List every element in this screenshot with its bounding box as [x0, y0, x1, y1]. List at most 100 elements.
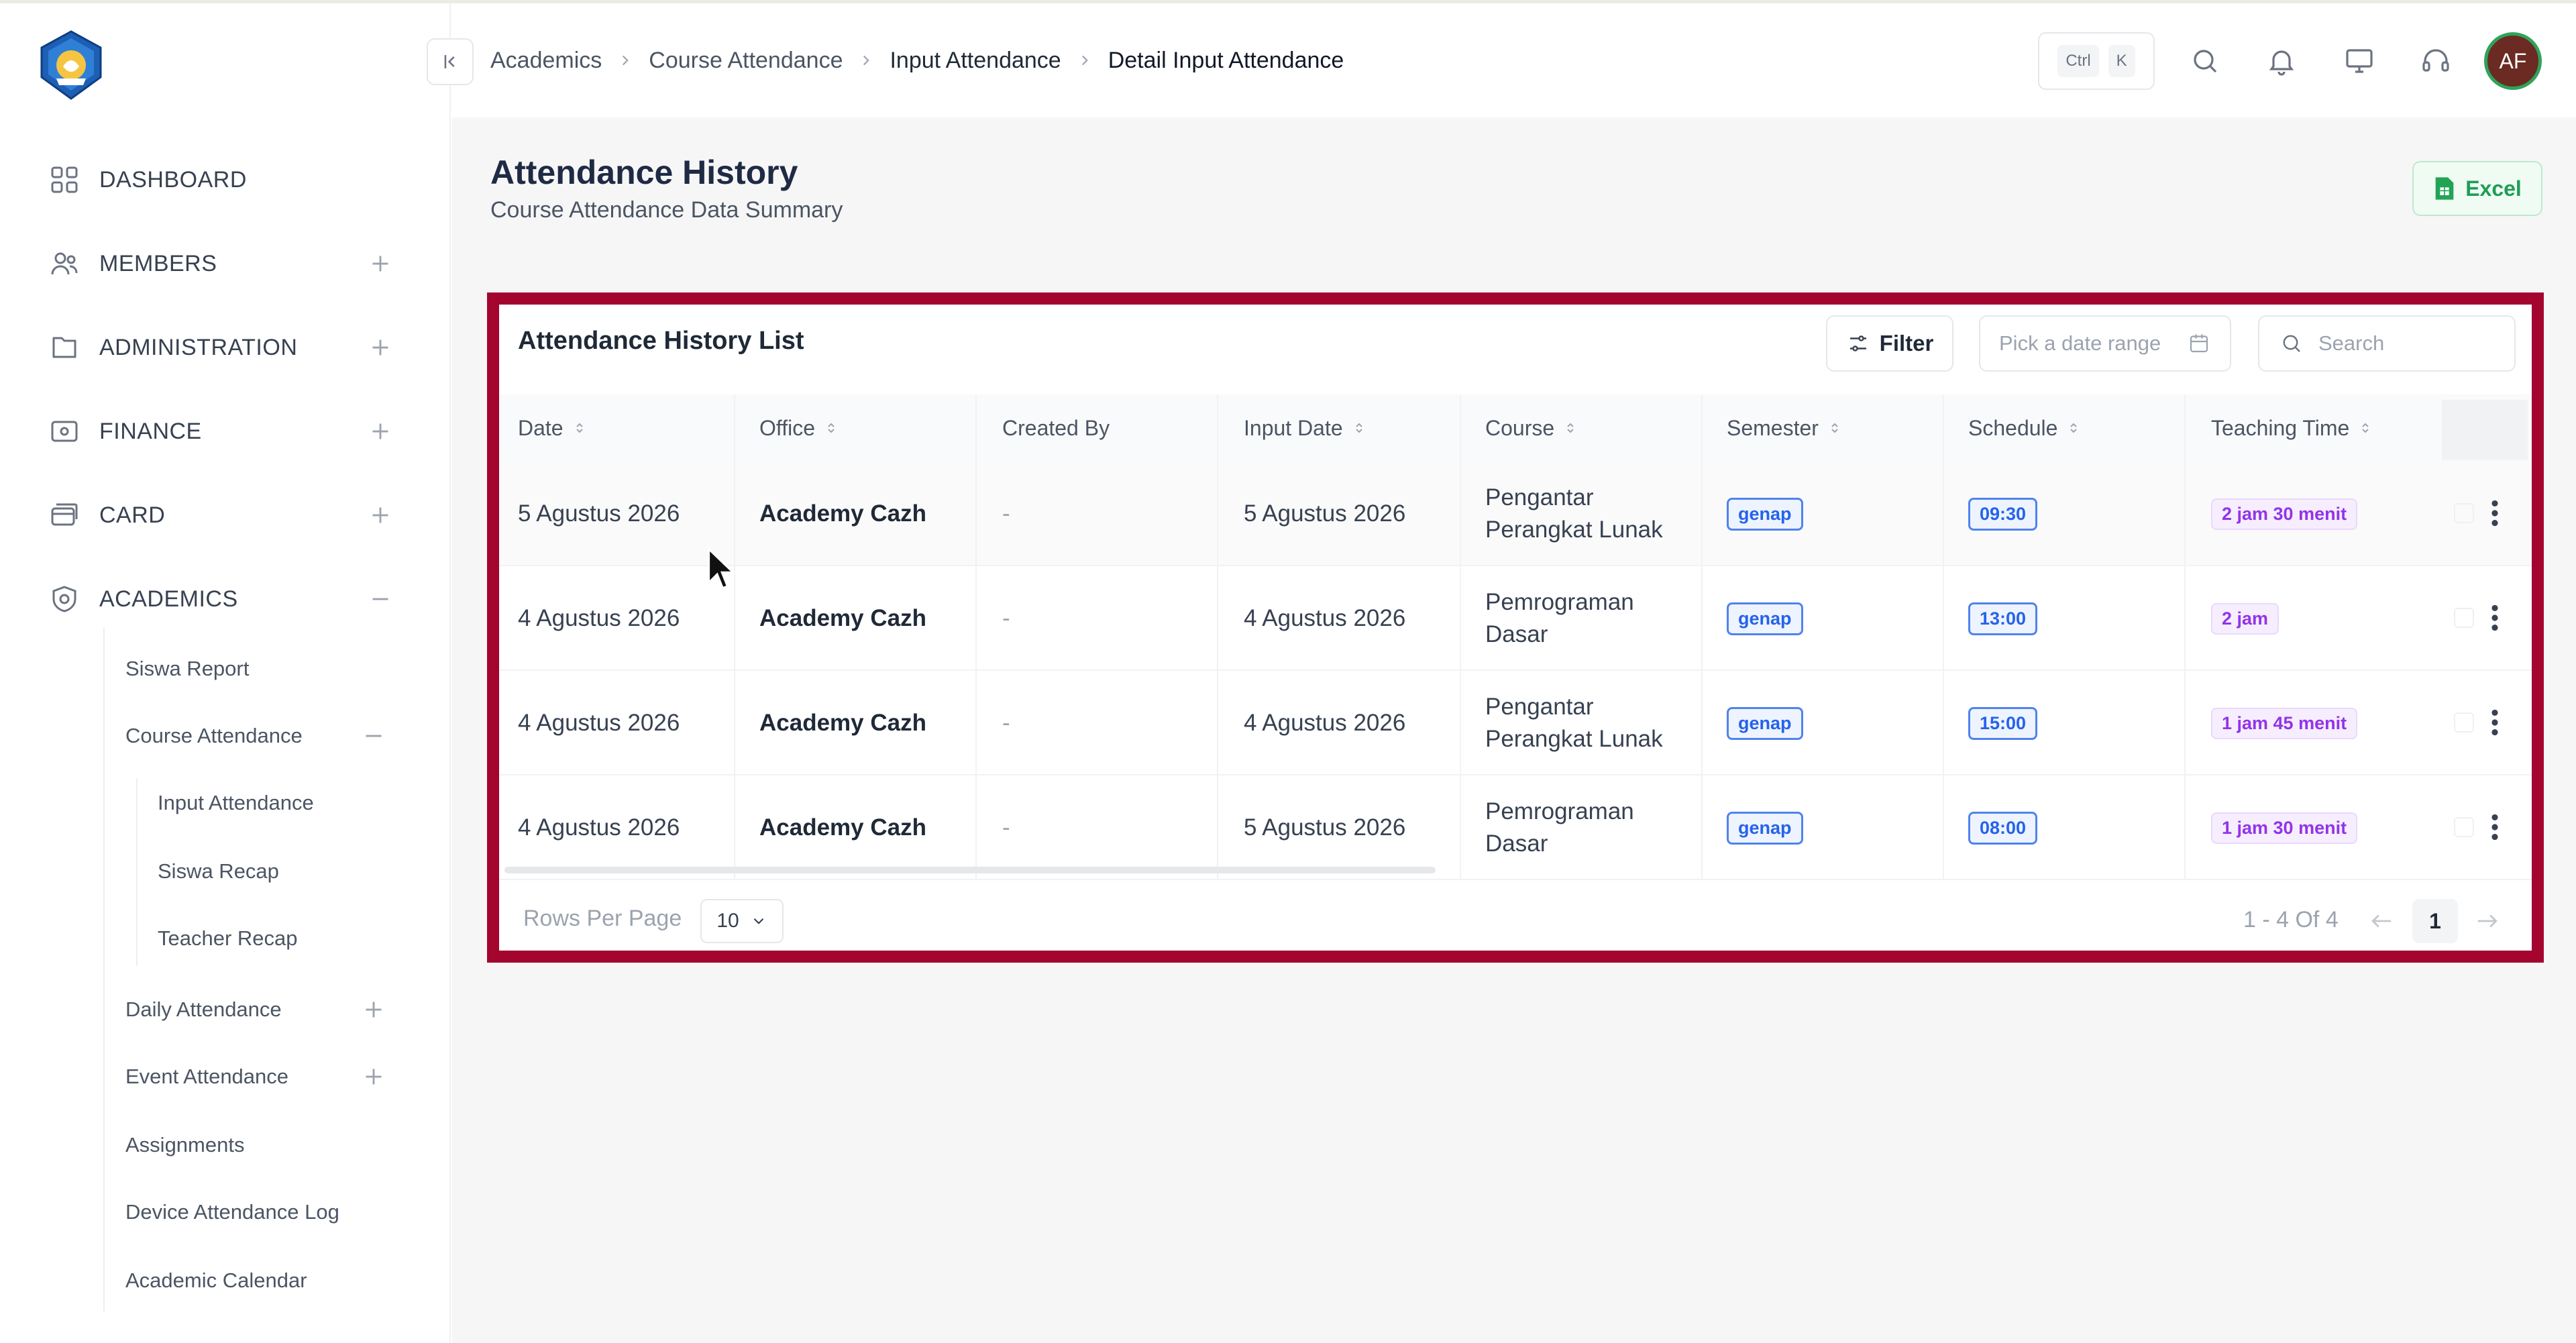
chevron-right-icon: [857, 52, 875, 69]
cell-teaching-time: 2 jam 30 menit: [2211, 462, 2358, 566]
collapse-minus-icon[interactable]: [358, 720, 389, 751]
search-icon[interactable]: [2187, 43, 2223, 79]
column-divider: [734, 775, 735, 880]
column-header-label: Course: [1485, 415, 1555, 440]
cell-office: Academy Cazh: [759, 500, 926, 527]
row-select-checkbox[interactable]: [2454, 608, 2474, 628]
mouse-cursor-icon: [707, 547, 737, 592]
date-range-picker[interactable]: Pick a date range: [1979, 315, 2231, 372]
row-select-checkbox[interactable]: [2454, 503, 2474, 523]
sidebar-subitem-event-attendance[interactable]: Event Attendance: [125, 1053, 288, 1100]
column-divider: [1217, 394, 1218, 462]
column-divider: [1701, 671, 1703, 775]
schedule-badge: 09:30: [1968, 497, 2038, 531]
sidebar-subitem-teacher-recap[interactable]: Teacher Recap: [158, 915, 298, 962]
row-select-checkbox[interactable]: [2454, 817, 2474, 837]
actions-column-header: [2442, 400, 2528, 460]
table-row[interactable]: 5 Agustus 2026 Academy Cazh - 5 Agustus …: [499, 462, 2532, 566]
sidebar-subitem-course-attendance[interactable]: Course Attendance: [125, 712, 303, 759]
dashboard-grid-icon: [47, 162, 82, 197]
sidebar-subitem-assignments[interactable]: Assignments: [125, 1122, 244, 1169]
collapse-sidebar-button[interactable]: [427, 38, 474, 85]
column-header-label: Schedule: [1968, 415, 2058, 440]
expand-plus-icon[interactable]: [365, 500, 396, 531]
column-header-label: Created By: [1002, 415, 1110, 440]
sidebar-subitem-siswa-report[interactable]: Siswa Report: [125, 645, 249, 692]
cell-semester: genap: [1727, 671, 1803, 775]
column-divider: [1701, 566, 1703, 671]
rows-per-page-label: Rows Per Page: [523, 906, 682, 931]
table-row[interactable]: 4 Agustus 2026 Academy Cazh - 4 Agustus …: [499, 671, 2532, 775]
column-header-label: Input Date: [1244, 415, 1343, 440]
breadcrumb-course-attendance[interactable]: Course Attendance: [649, 48, 843, 74]
teaching-time-badge: 2 jam: [2211, 602, 2279, 635]
column-header-course[interactable]: Course: [1485, 394, 1578, 462]
bell-icon[interactable]: [2263, 43, 2300, 79]
cell-input-date: 4 Agustus 2026: [1244, 605, 1406, 631]
monitor-icon[interactable]: [2341, 43, 2377, 79]
cell-course: Pengantar Perangkat Lunak: [1485, 671, 1663, 775]
sidebar-item-dashboard[interactable]: DASHBOARD: [47, 150, 396, 210]
search-input[interactable]: Search: [2258, 315, 2516, 372]
sidebar-subitem-device-attendance-log[interactable]: Device Attendance Log: [125, 1189, 339, 1236]
more-vertical-icon[interactable]: [2486, 496, 2504, 530]
row-actions-cell: [2428, 671, 2532, 774]
column-header-input-date[interactable]: Input Date: [1244, 394, 1367, 462]
column-header-teaching-time[interactable]: Teaching Time: [2211, 394, 2373, 462]
sidebar-item-academics[interactable]: ACADEMICS: [47, 569, 396, 629]
sidebar-item-card[interactable]: CARD: [47, 485, 396, 545]
column-divider: [1460, 394, 1461, 462]
row-select-checkbox[interactable]: [2454, 712, 2474, 733]
more-vertical-icon[interactable]: [2486, 706, 2504, 739]
filter-button[interactable]: Filter: [1826, 315, 1953, 372]
collapse-minus-icon[interactable]: [365, 584, 396, 614]
rows-per-page-value: 10: [716, 910, 739, 932]
cell-office: Academy Cazh: [759, 605, 926, 631]
column-divider: [2184, 462, 2186, 566]
sidebar-subitem-siswa-recap[interactable]: Siswa Recap: [158, 848, 279, 895]
sort-icon: [1355, 423, 1362, 433]
sidebar-subitem-input-attendance[interactable]: Input Attendance: [158, 780, 314, 826]
column-header-date[interactable]: Date: [518, 394, 588, 462]
breadcrumb-academics[interactable]: Academics: [490, 48, 602, 74]
app-logo[interactable]: [36, 29, 106, 101]
cell-schedule: 15:00: [1968, 671, 2038, 775]
breadcrumb-input-attendance[interactable]: Input Attendance: [890, 48, 1061, 74]
expand-plus-icon[interactable]: [358, 994, 389, 1025]
previous-page-arrow-icon[interactable]: [2368, 910, 2395, 932]
column-header-office[interactable]: Office: [759, 394, 839, 462]
expand-plus-icon[interactable]: [358, 1061, 389, 1092]
cell-course: Pemrograman Dasar: [1485, 566, 1634, 671]
next-page-arrow-icon[interactable]: [2474, 910, 2501, 932]
column-divider: [1460, 775, 1461, 880]
table-row[interactable]: 4 Agustus 2026 Academy Cazh - 4 Agustus …: [499, 566, 2532, 671]
expand-plus-icon[interactable]: [365, 332, 396, 363]
command-palette-shortcut[interactable]: Ctrl K: [2038, 32, 2155, 90]
shortcut-key-ctrl: Ctrl: [2057, 45, 2099, 77]
page-number-current[interactable]: 1: [2412, 899, 2458, 943]
support-headset-icon[interactable]: [2418, 43, 2454, 79]
table-row[interactable]: 4 Agustus 2026 Academy Cazh - 5 Agustus …: [499, 775, 2532, 880]
column-divider: [1943, 394, 1944, 462]
expand-plus-icon[interactable]: [365, 248, 396, 279]
submenu-rail-nested: [136, 778, 138, 966]
sidebar-item-members[interactable]: MEMBERS: [47, 233, 396, 294]
column-divider: [975, 566, 977, 671]
avatar[interactable]: AF: [2484, 32, 2542, 90]
rows-per-page-select[interactable]: 10: [700, 899, 784, 943]
more-vertical-icon[interactable]: [2486, 810, 2504, 844]
cell-schedule: 13:00: [1968, 566, 2038, 671]
column-header-semester[interactable]: Semester: [1727, 394, 1843, 462]
expand-plus-icon[interactable]: [365, 416, 396, 447]
horizontal-scrollbar[interactable]: [504, 867, 1436, 873]
sidebar-subitem-daily-attendance[interactable]: Daily Attendance: [125, 986, 282, 1033]
sidebar-subitem-academic-calendar[interactable]: Academic Calendar: [125, 1257, 307, 1304]
export-excel-button[interactable]: Excel: [2412, 161, 2542, 216]
sidebar-item-finance[interactable]: FINANCE: [47, 401, 396, 462]
sidebar-item-administration[interactable]: ADMINISTRATION: [47, 317, 396, 378]
course-line-2: Dasar: [1485, 621, 1548, 647]
column-header-schedule[interactable]: Schedule: [1968, 394, 2082, 462]
more-vertical-icon[interactable]: [2486, 601, 2504, 635]
cell-schedule: 08:00: [1968, 775, 2038, 880]
column-divider: [975, 775, 977, 880]
